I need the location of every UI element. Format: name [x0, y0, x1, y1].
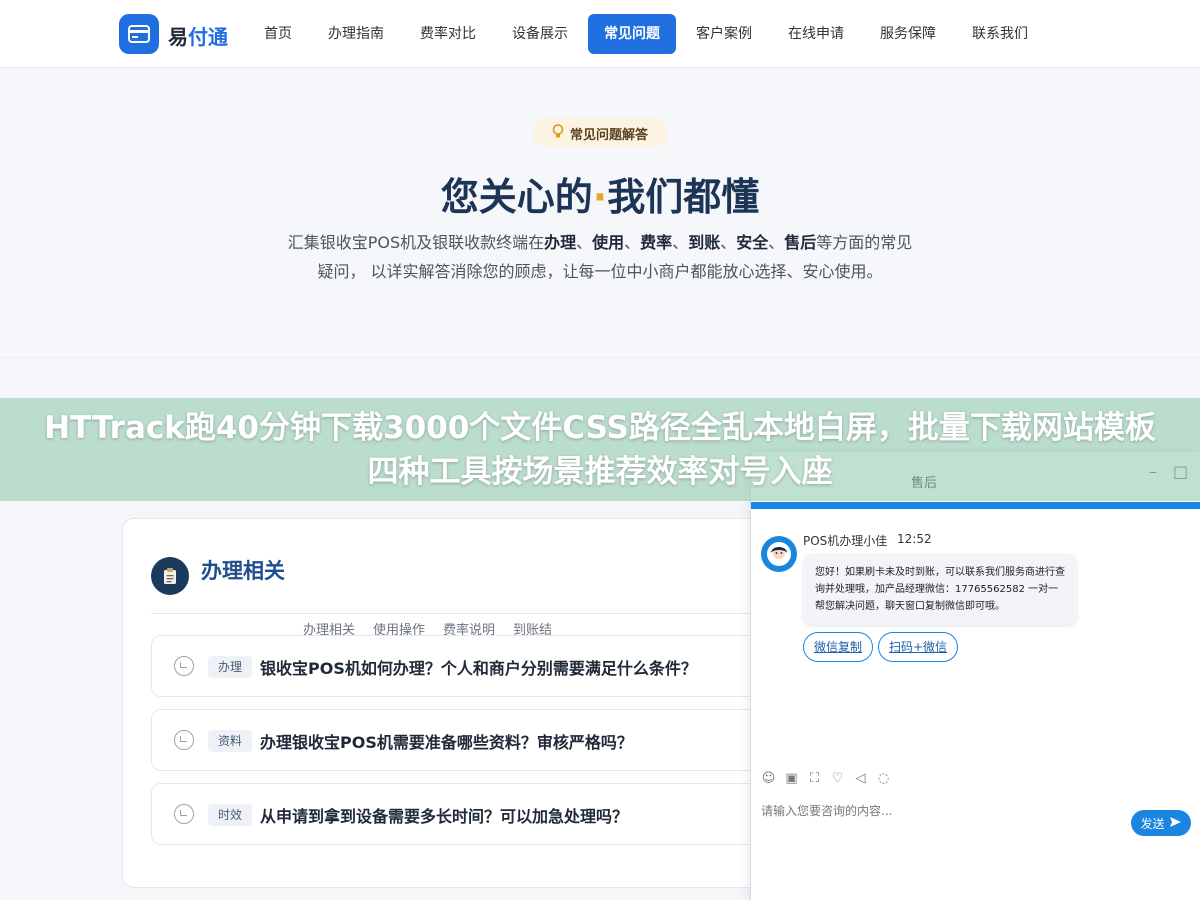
nav-item-0[interactable]: 首页 — [248, 14, 308, 54]
banner-text: HTTrack跑40分钟下载3000个文件CSS路径全乱本地白屏，批量下载网站模… — [44, 409, 1156, 490]
faq-question: 从申请到拿到设备需要多长时间？可以加急处理吗？ — [260, 807, 629, 826]
overlay-banner: HTTrack跑40分钟下载3000个文件CSS路径全乱本地白屏，批量下载网站模… — [0, 398, 1200, 501]
lightbulb-icon — [552, 123, 564, 143]
logo-icon[interactable] — [119, 14, 159, 54]
rating-icon[interactable]: ♡ — [830, 772, 845, 786]
expand-icon[interactable] — [174, 730, 194, 750]
chat-history-icon[interactable]: ◌ — [876, 772, 891, 786]
send-label: 发送 — [1140, 816, 1165, 831]
expand-icon[interactable] — [174, 656, 194, 676]
page-title: 您关心的·我们都懂 — [440, 175, 760, 219]
category-title: 办理相关 — [201, 559, 285, 583]
chat-input[interactable]: 请输入您要咨询的内容... — [761, 802, 892, 819]
nav-item-2[interactable]: 费率对比 — [404, 14, 492, 54]
nav-item-4[interactable]: 常见问题 — [588, 14, 676, 54]
agent-name: POS机办理小佳 — [803, 534, 888, 548]
faq-tag: 时效 — [208, 804, 253, 826]
nav-item-7[interactable]: 服务保障 — [864, 14, 952, 54]
chat-message: 您好！如果刷卡未及时到账，可以联系我们服务商进行查询并处理哦，加产品经理微信：1… — [803, 554, 1077, 625]
emoji-icon[interactable]: ☺ — [761, 772, 776, 786]
top-nav: 易付通 首页 办理指南 费率对比 设备展示 常见问题 客户案例 在线申请 服务保障 联系我们 — [0, 0, 1200, 68]
send-button[interactable]: 发送 — [1131, 810, 1191, 836]
faq-question: 银收宝POS机如何办理？个人和商户分别需要满足什么条件？ — [260, 659, 697, 678]
expand-icon[interactable] — [174, 804, 194, 824]
chat-toolbar: ☺ ▣ ⛶ ♡ ◁ ◌ — [761, 772, 891, 786]
faq-badge: 常见问题解答 — [532, 118, 668, 148]
image-icon[interactable]: ▣ — [784, 772, 799, 786]
sound-icon[interactable]: ◁ — [853, 772, 868, 786]
hero-section: 常见问题解答 您关心的·我们都懂 汇集银收宝POS机及银联收款终端在办理、使用、… — [0, 68, 1200, 358]
send-icon — [1169, 816, 1182, 831]
page-description: 汇集银收宝POS机及银联收款终端在办理、使用、费率、到账、安全、售后等方面的常见… — [287, 233, 913, 281]
quick-reply-scan-wechat[interactable]: 扫码+微信 — [878, 632, 959, 662]
avatar — [761, 536, 797, 572]
faq-tag: 资料 — [208, 730, 253, 752]
chat-accent-bar — [751, 502, 1200, 509]
nav-item-3[interactable]: 设备展示 — [496, 14, 584, 54]
logo-text[interactable]: 易付通 — [168, 21, 228, 50]
quick-reply-copy-wechat[interactable]: 微信复制 — [803, 632, 874, 662]
nav-item-1[interactable]: 办理指南 — [312, 14, 400, 54]
faq-badge-label: 常见问题解答 — [569, 127, 648, 143]
chat-widget: 售后 – □ POS机办理小佳 12:52 您好！如果刷卡未及时到账，可以联系我… — [750, 452, 1200, 900]
nav-item-5[interactable]: 客户案例 — [680, 14, 768, 54]
message-time: 12:52 — [897, 532, 932, 546]
faq-tag: 办理 — [208, 656, 253, 678]
nav-item-6[interactable]: 在线申请 — [772, 14, 860, 54]
nav-item-8[interactable]: 联系我们 — [956, 14, 1044, 54]
screenshot-icon[interactable]: ⛶ — [807, 772, 822, 786]
clipboard-icon — [151, 557, 189, 595]
nav-menu: 首页 办理指南 费率对比 设备展示 常见问题 客户案例 在线申请 服务保障 联系我们 — [248, 14, 1048, 54]
faq-question: 办理银收宝POS机需要准备哪些资料？审核严格吗？ — [260, 733, 633, 752]
